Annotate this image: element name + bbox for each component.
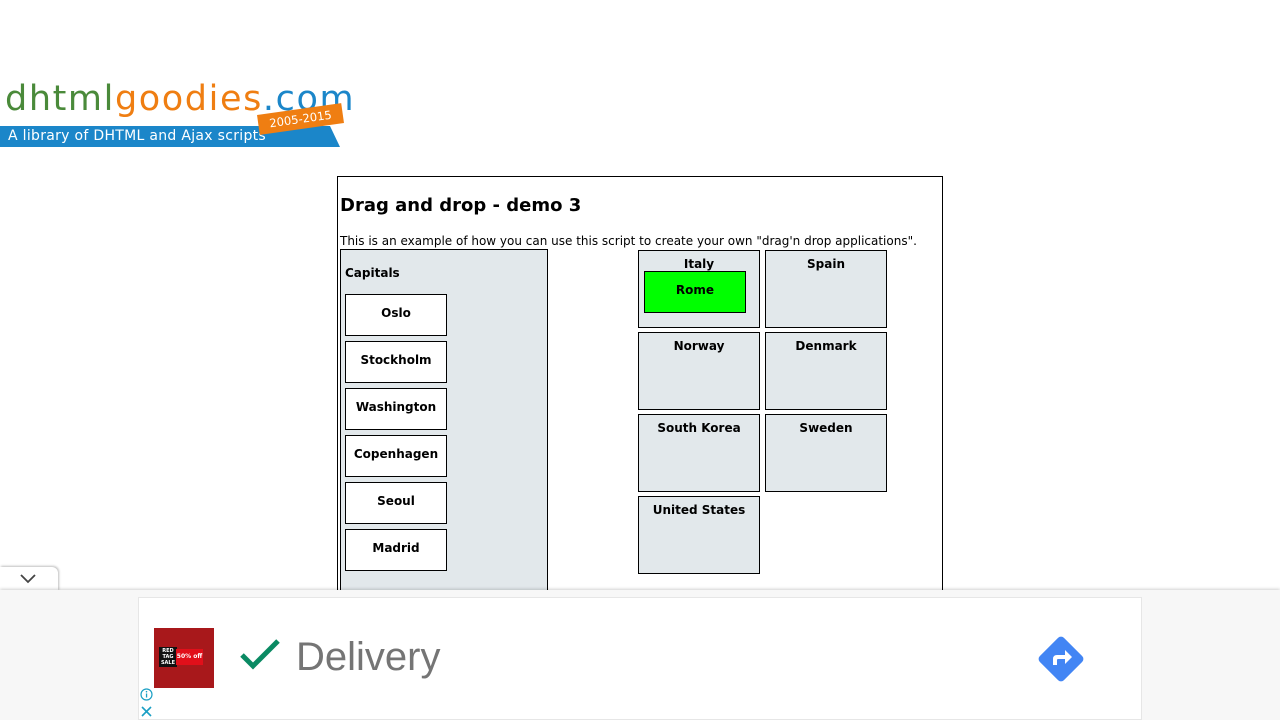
chevron-down-icon bbox=[20, 574, 36, 584]
country-label: Spain bbox=[807, 257, 845, 271]
ad-thumbnail[interactable]: RED TAG SALE 50% off bbox=[154, 628, 214, 688]
logo-part-dhtml: dhtml bbox=[5, 79, 115, 119]
capital-oslo[interactable]: Oslo bbox=[345, 294, 447, 336]
country-italy[interactable]: Italy Rome bbox=[638, 250, 760, 328]
country-label: Denmark bbox=[795, 339, 857, 353]
country-united-states[interactable]: United States bbox=[638, 496, 760, 574]
country-south-korea[interactable]: South Korea bbox=[638, 414, 760, 492]
page-title: Drag and drop - demo 3 bbox=[340, 195, 582, 216]
country-sweden[interactable]: Sweden bbox=[765, 414, 887, 492]
country-label: United States bbox=[652, 503, 746, 517]
close-icon[interactable] bbox=[139, 704, 154, 719]
ad-thumb-offer: 50% off bbox=[176, 649, 203, 665]
capital-rome[interactable]: Rome bbox=[644, 271, 746, 313]
capitals-panel[interactable]: Capitals Oslo Stockholm Washington Copen… bbox=[340, 249, 548, 596]
country-spain[interactable]: Spain bbox=[765, 250, 887, 328]
capital-madrid[interactable]: Madrid bbox=[345, 529, 447, 571]
capitals-title: Capitals bbox=[345, 266, 400, 280]
checkmark-icon bbox=[240, 639, 280, 670]
ad-headline[interactable]: Delivery bbox=[296, 631, 440, 683]
capital-copenhagen[interactable]: Copenhagen bbox=[345, 435, 447, 477]
country-label: Italy bbox=[683, 257, 715, 271]
country-label: Sweden bbox=[799, 421, 853, 435]
demo-container: Drag and drop - demo 3 This is an exampl… bbox=[337, 176, 943, 596]
logo-part-goodies: goodies bbox=[114, 79, 263, 119]
ad-thumb-tag: RED TAG SALE bbox=[159, 647, 177, 667]
info-icon[interactable] bbox=[139, 687, 154, 702]
logo-tagline: A library of DHTML and Ajax scripts bbox=[8, 128, 267, 144]
country-norway[interactable]: Norway bbox=[638, 332, 760, 410]
country-label: Norway bbox=[673, 339, 725, 353]
capital-seoul[interactable]: Seoul bbox=[345, 482, 447, 524]
capital-washington[interactable]: Washington bbox=[345, 388, 447, 430]
country-denmark[interactable]: Denmark bbox=[765, 332, 887, 410]
capital-stockholm[interactable]: Stockholm bbox=[345, 341, 447, 383]
ad-card[interactable]: RED TAG SALE 50% off Delivery bbox=[138, 597, 1142, 720]
country-label: South Korea bbox=[657, 421, 741, 435]
site-logo[interactable]: dhtmlgoodies.com A library of DHTML and … bbox=[0, 78, 354, 148]
page-description: This is an example of how you can use th… bbox=[340, 234, 917, 248]
ad-banner: RED TAG SALE 50% off Delivery bbox=[0, 590, 1280, 720]
directions-arrow-icon[interactable] bbox=[1037, 635, 1085, 683]
ad-collapse-button[interactable] bbox=[0, 567, 58, 591]
